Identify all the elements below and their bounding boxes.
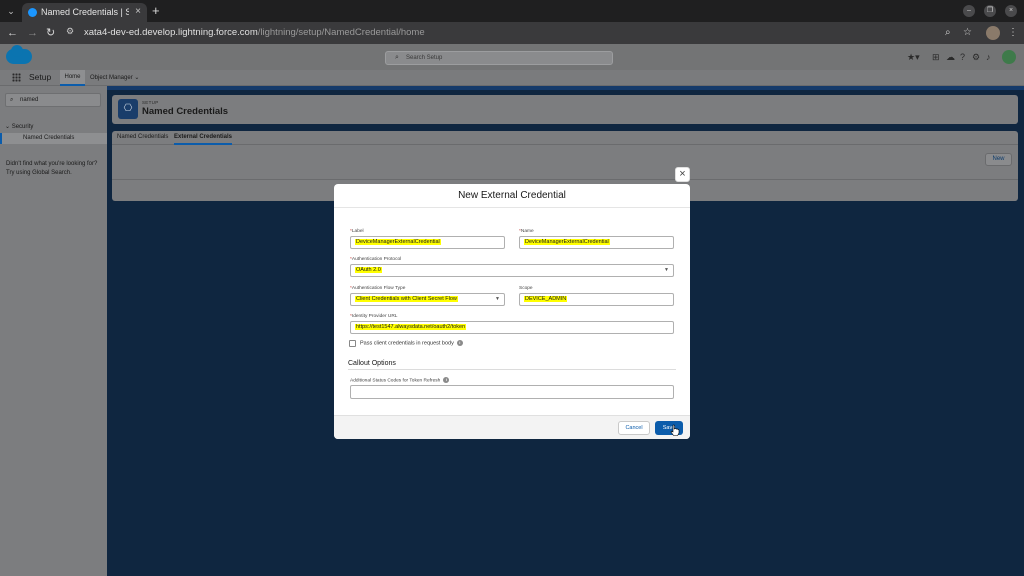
modal-title: New External Credential (334, 184, 690, 208)
browser-address-bar: ← → ↻ ⚙ xata4-dev-ed.develop.lightning.f… (0, 22, 1024, 44)
browser-tab-bar: ⌄ Named Credentials | Sal × + – ❐ × (0, 0, 1024, 22)
name-input[interactable]: DeviceManagerExternalCredential (519, 236, 674, 249)
label-input-value: DeviceManagerExternalCredential (355, 239, 441, 245)
zoom-icon[interactable]: ⌕ (945, 27, 951, 38)
setup-gear-icon[interactable]: ⚙ (972, 52, 980, 63)
minimize-icon[interactable]: – (963, 5, 975, 17)
url-path: /lightning/setup/NamedCredential/home (257, 27, 425, 38)
pass-credentials-checkbox[interactable] (349, 340, 356, 347)
setup-search-input[interactable]: ⌕ Search Setup (385, 51, 613, 65)
name-field-label: *Name (519, 229, 534, 234)
browser-menu-icon[interactable]: ⋮ (1008, 27, 1018, 38)
salesforce-favicon-icon (28, 8, 37, 17)
tab-external-credentials[interactable]: External Credentials (174, 131, 233, 145)
tab-named-credentials[interactable]: Named Credentials (117, 131, 168, 145)
new-button[interactable]: New (985, 153, 1012, 166)
idp-url-label: *Identity Provider URL (350, 314, 398, 319)
tab-object-manager-label: Object Manager (90, 75, 133, 81)
sidebar-section-security[interactable]: ⌄ Security (5, 123, 33, 130)
modal-footer: Cancel Save (334, 415, 690, 439)
global-actions-icon[interactable]: ⊞ (932, 52, 940, 63)
forward-icon[interactable]: → (27, 26, 38, 40)
back-icon[interactable]: ← (7, 26, 18, 40)
help-icon[interactable]: ? (960, 52, 965, 62)
app-name: Setup (29, 72, 52, 82)
trailhead-icon[interactable]: ☁ (946, 52, 955, 63)
label-input[interactable]: DeviceManagerExternalCredential (350, 236, 505, 249)
credential-tabs: Named Credentials External Credentials (112, 131, 1018, 145)
search-icon: ⌕ (395, 54, 399, 61)
quick-find-input[interactable]: ⌕ named (5, 93, 101, 107)
scope-label: Scope (519, 286, 533, 291)
chevron-down-icon: ⌄ (134, 75, 140, 81)
browser-tab-title: Named Credentials | Sal (41, 7, 129, 17)
setup-subnav: Setup Home Object Manager ⌄ (0, 70, 1024, 86)
status-codes-label: Additional Status Codes for Token Refres… (350, 377, 450, 383)
auth-protocol-select[interactable]: OAuth 2.0 ▼ (350, 264, 674, 277)
idp-url-value: https://test1547.alwaysdata.net/oauth2/t… (355, 324, 467, 330)
cancel-button[interactable]: Cancel (618, 421, 650, 435)
quick-find-value: named (20, 97, 39, 103)
tab-search-icon[interactable]: ⌄ (5, 5, 17, 17)
status-codes-input[interactable] (350, 385, 674, 399)
app-launcher-icon[interactable] (12, 73, 21, 82)
favorites-icon[interactable]: ★▾ (907, 52, 920, 63)
info-icon[interactable]: i (443, 377, 450, 383)
search-icon: ⌕ (10, 97, 14, 103)
chevron-down-icon: ▼ (495, 296, 500, 302)
setup-sidebar: ⌕ named ⌄ Security Named Credentials Did… (0, 86, 107, 576)
scope-input[interactable]: DEVICE_ADMIN (519, 293, 674, 306)
new-external-credential-modal: New External Credential *Label DeviceMan… (334, 184, 690, 439)
section-divider (348, 369, 676, 370)
reload-icon[interactable]: ↻ (46, 26, 55, 40)
site-info-icon[interactable]: ⚙ (66, 26, 74, 37)
auth-flow-value: Client Credentials with Client Secret Fl… (355, 296, 458, 302)
info-icon[interactable]: i (456, 340, 463, 346)
salesforce-logo-icon (6, 45, 32, 64)
modal-close-icon[interactable]: × (675, 167, 690, 182)
url-host: xata4-dev-ed.develop.lightning.force.com (84, 27, 258, 38)
label-field-label: *Label (350, 229, 364, 234)
name-input-value: DeviceManagerExternalCredential (524, 239, 610, 245)
auth-flow-select[interactable]: Client Credentials with Client Secret Fl… (350, 293, 505, 306)
search-placeholder: Search Setup (406, 55, 443, 61)
close-tab-icon[interactable]: × (135, 6, 141, 17)
browser-tab[interactable]: Named Credentials | Sal × (22, 3, 147, 22)
close-window-icon[interactable]: × (1005, 5, 1017, 17)
card-divider (112, 179, 1018, 180)
tab-home[interactable]: Home (60, 70, 85, 86)
user-avatar[interactable] (1002, 50, 1016, 64)
page-header: ⎔ SETUP Named Credentials (112, 95, 1018, 124)
url-field[interactable]: xata4-dev-ed.develop.lightning.force.com… (84, 25, 884, 41)
new-tab-icon[interactable]: + (152, 3, 160, 18)
tab-object-manager[interactable]: Object Manager ⌄ (90, 70, 139, 86)
scope-value: DEVICE_ADMIN (524, 296, 568, 302)
sidebar-item-named-credentials[interactable]: Named Credentials (0, 133, 107, 144)
profile-avatar-icon[interactable] (986, 26, 1000, 40)
restore-icon[interactable]: ❐ (984, 5, 996, 17)
auth-protocol-label: *Authentication Protocol (350, 257, 402, 262)
callout-options-title: Callout Options (348, 360, 396, 367)
bookmark-star-icon[interactable]: ☆ (963, 27, 972, 38)
named-credentials-icon: ⎔ (118, 99, 138, 119)
chevron-down-icon: ▼ (664, 267, 669, 273)
page-eyebrow: SETUP (142, 100, 159, 105)
notifications-bell-icon[interactable]: ♪ (986, 52, 991, 62)
sidebar-section-label: Security (11, 124, 34, 130)
auth-flow-label: *Authentication Flow Type (350, 286, 406, 291)
content-banner (107, 86, 1024, 90)
pass-credentials-label: Pass client credentials in request body i (360, 340, 463, 346)
hand-cursor-icon (670, 424, 680, 436)
chevron-down-icon: ⌄ (5, 124, 11, 130)
global-header: ⌕ Search Setup ★▾ ⊞ ☁ ? ⚙ ♪ (0, 44, 1024, 70)
sidebar-help-text: Didn't find what you're looking for? Try… (6, 161, 98, 176)
page-title: Named Credentials (142, 106, 229, 117)
auth-protocol-value: OAuth 2.0 (355, 267, 382, 273)
idp-url-input[interactable]: https://test1547.alwaysdata.net/oauth2/t… (350, 321, 674, 334)
